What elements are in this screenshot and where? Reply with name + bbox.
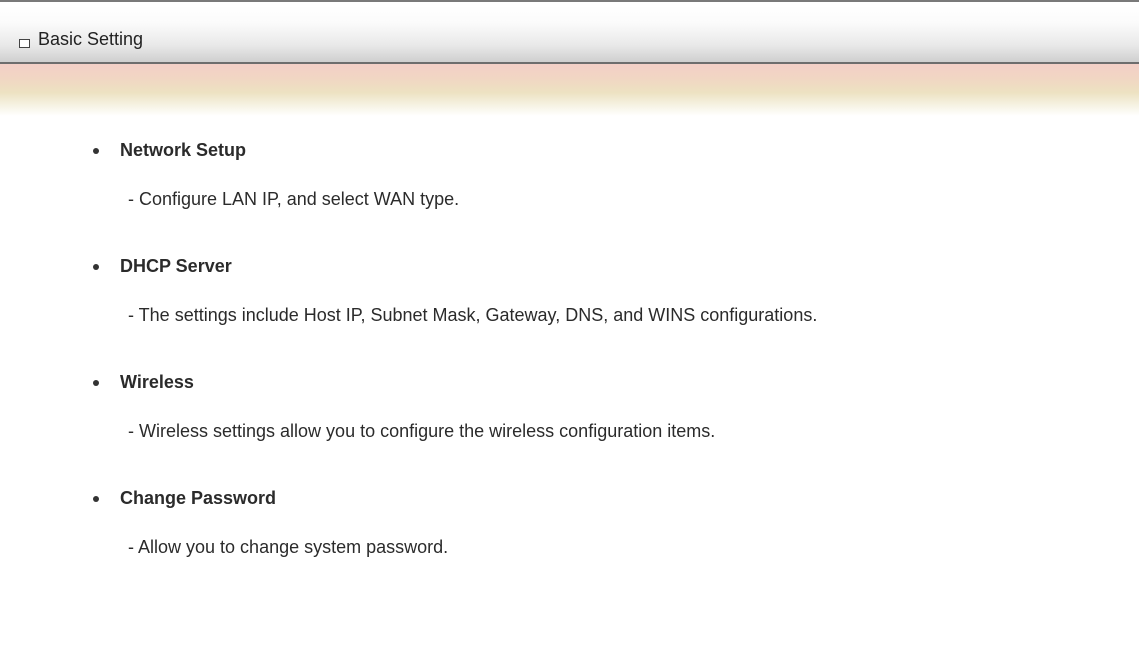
item-title: DHCP Server bbox=[120, 256, 232, 276]
bullet-icon bbox=[93, 380, 99, 386]
basic-setting-page: Basic Setting Network Setup - Configure … bbox=[0, 0, 1139, 648]
item-title: Wireless bbox=[120, 372, 194, 392]
bullet-icon bbox=[93, 264, 99, 270]
item-title: Change Password bbox=[120, 488, 277, 508]
item-description: - Allow you to change system password. bbox=[128, 537, 449, 557]
bullet-icon bbox=[93, 148, 99, 154]
item-description: - The settings include Host IP, Subnet M… bbox=[128, 305, 818, 325]
bullet-icon bbox=[93, 496, 99, 502]
item-description: - Wireless settings allow you to configu… bbox=[128, 421, 716, 441]
item-description: - Configure LAN IP, and select WAN type. bbox=[128, 189, 460, 209]
settings-list: Network Setup - Configure LAN IP, and se… bbox=[0, 0, 1139, 648]
item-title: Network Setup bbox=[120, 140, 247, 160]
